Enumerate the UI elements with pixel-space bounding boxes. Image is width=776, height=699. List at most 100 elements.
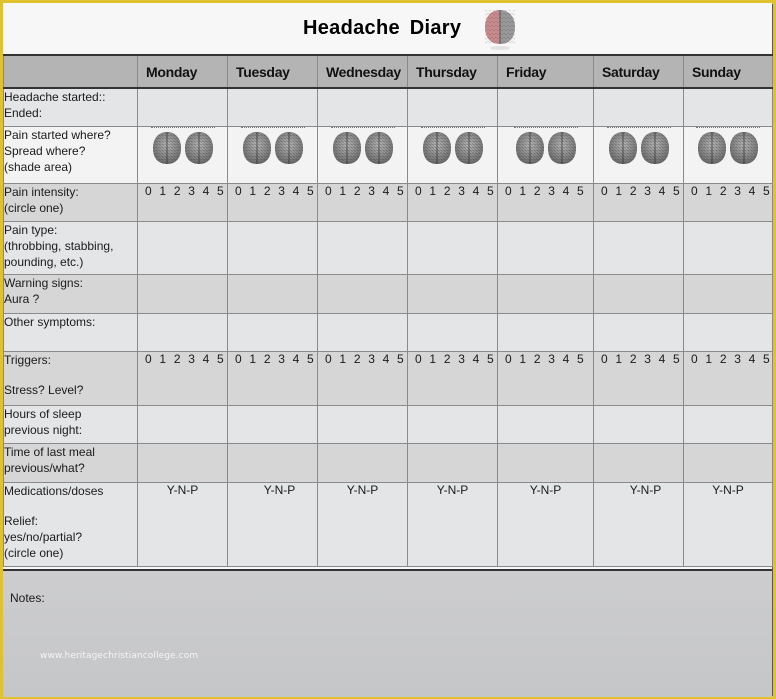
notes-area[interactable]: Notes: www.heritagechristiancollege.com — [3, 569, 772, 697]
brain-diagram-pair[interactable] — [330, 126, 395, 168]
relief-cell[interactable]: Y-N-P — [497, 481, 594, 567]
entry-cell[interactable] — [593, 220, 684, 275]
brain-diagram-pair[interactable] — [240, 126, 305, 168]
entry-cell[interactable] — [137, 442, 228, 483]
entry-cell[interactable] — [497, 220, 594, 275]
entry-cell[interactable] — [407, 220, 498, 275]
intensity-scale[interactable]: 0 1 2 3 4 5 — [498, 184, 593, 198]
brain-shade-cell[interactable] — [317, 125, 408, 184]
entry-cell[interactable] — [593, 404, 684, 444]
entry-cell[interactable] — [407, 312, 498, 352]
entry-cell[interactable] — [683, 442, 773, 483]
entry-cell[interactable] — [137, 312, 228, 352]
stress-cell[interactable]: 0 1 2 3 4 5 — [593, 350, 684, 406]
entry-cell[interactable] — [137, 404, 228, 444]
entry-cell[interactable] — [137, 87, 228, 127]
entry-cell[interactable] — [497, 87, 594, 127]
stress-cell[interactable]: 0 1 2 3 4 5 — [497, 350, 594, 406]
intensity-scale[interactable]: 0 1 2 3 4 5 — [408, 184, 497, 198]
entry-cell[interactable] — [227, 273, 318, 314]
intensity-cell[interactable]: 0 1 2 3 4 5 — [683, 182, 773, 222]
entry-cell[interactable] — [497, 312, 594, 352]
stress-cell[interactable]: 0 1 2 3 4 5 — [317, 350, 408, 406]
entry-cell[interactable] — [137, 273, 228, 314]
intensity-scale[interactable]: 0 1 2 3 4 5 — [594, 184, 683, 198]
brain-diagram-pair[interactable] — [420, 126, 485, 168]
entry-cell[interactable] — [683, 273, 773, 314]
entry-cell[interactable] — [683, 312, 773, 352]
relief-options[interactable]: Y-N-P — [264, 483, 296, 497]
entry-cell[interactable] — [317, 312, 408, 352]
day-header: Tuesday — [227, 54, 318, 89]
entry-cell[interactable] — [497, 404, 594, 444]
entry-cell[interactable] — [407, 404, 498, 444]
relief-cell[interactable]: Y-N-P — [227, 481, 318, 567]
entry-cell[interactable] — [227, 442, 318, 483]
intensity-cell[interactable]: 0 1 2 3 4 5 — [227, 182, 318, 222]
relief-cell[interactable]: Y-N-P — [593, 481, 684, 567]
brain-shade-cell[interactable] — [137, 125, 228, 184]
stress-cell[interactable]: 0 1 2 3 4 5 — [227, 350, 318, 406]
brain-shade-cell[interactable] — [593, 125, 684, 184]
entry-cell[interactable] — [317, 87, 408, 127]
brain-diagram-pair[interactable] — [606, 126, 671, 168]
entry-cell[interactable] — [407, 442, 498, 483]
stress-scale[interactable]: 0 1 2 3 4 5 — [228, 352, 317, 366]
relief-options[interactable]: Y-N-P — [437, 483, 469, 497]
stress-scale[interactable]: 0 1 2 3 4 5 — [408, 352, 497, 366]
entry-cell[interactable] — [497, 442, 594, 483]
intensity-cell[interactable]: 0 1 2 3 4 5 — [137, 182, 228, 222]
relief-cell[interactable]: Y-N-P — [137, 481, 228, 567]
brain-diagram-pair[interactable] — [513, 126, 578, 168]
relief-options[interactable]: Y-N-P — [167, 483, 199, 497]
stress-scale[interactable]: 0 1 2 3 4 5 — [318, 352, 407, 366]
entry-cell[interactable] — [317, 404, 408, 444]
entry-cell[interactable] — [227, 312, 318, 352]
entry-cell[interactable] — [137, 220, 228, 275]
entry-cell[interactable] — [317, 220, 408, 275]
entry-cell[interactable] — [593, 87, 684, 127]
brain-shade-cell[interactable] — [227, 125, 318, 184]
intensity-scale[interactable]: 0 1 2 3 4 5 — [228, 184, 317, 198]
entry-cell[interactable] — [593, 312, 684, 352]
relief-cell[interactable]: Y-N-P — [407, 481, 498, 567]
entry-cell[interactable] — [683, 404, 773, 444]
stress-scale[interactable]: 0 1 2 3 4 5 — [498, 352, 593, 366]
stress-scale[interactable]: 0 1 2 3 4 5 — [684, 352, 772, 366]
brain-diagram-pair[interactable] — [696, 126, 760, 168]
entry-cell[interactable] — [683, 87, 773, 127]
entry-cell[interactable] — [593, 442, 684, 483]
relief-options[interactable]: Y-N-P — [347, 483, 379, 497]
relief-options[interactable]: Y-N-P — [712, 483, 744, 497]
entry-cell[interactable] — [227, 404, 318, 444]
relief-options[interactable]: Y-N-P — [630, 483, 662, 497]
entry-cell[interactable] — [317, 442, 408, 483]
stress-cell[interactable]: 0 1 2 3 4 5 — [137, 350, 228, 406]
intensity-scale[interactable]: 0 1 2 3 4 5 — [138, 184, 227, 198]
stress-cell[interactable]: 0 1 2 3 4 5 — [683, 350, 773, 406]
entry-cell[interactable] — [683, 220, 773, 275]
intensity-cell[interactable]: 0 1 2 3 4 5 — [317, 182, 408, 222]
entry-cell[interactable] — [227, 220, 318, 275]
intensity-cell[interactable]: 0 1 2 3 4 5 — [497, 182, 594, 222]
stress-scale[interactable]: 0 1 2 3 4 5 — [594, 352, 683, 366]
relief-options[interactable]: Y-N-P — [530, 483, 562, 497]
intensity-cell[interactable]: 0 1 2 3 4 5 — [593, 182, 684, 222]
intensity-scale[interactable]: 0 1 2 3 4 5 — [684, 184, 772, 198]
relief-cell[interactable]: Y-N-P — [683, 481, 773, 567]
stress-scale[interactable]: 0 1 2 3 4 5 — [138, 352, 227, 366]
brain-shade-cell[interactable] — [497, 125, 594, 184]
entry-cell[interactable] — [407, 273, 498, 314]
intensity-cell[interactable]: 0 1 2 3 4 5 — [407, 182, 498, 222]
intensity-scale[interactable]: 0 1 2 3 4 5 — [318, 184, 407, 198]
entry-cell[interactable] — [593, 273, 684, 314]
brain-diagram-pair[interactable] — [150, 126, 215, 168]
relief-cell[interactable]: Y-N-P — [317, 481, 408, 567]
entry-cell[interactable] — [497, 273, 594, 314]
stress-cell[interactable]: 0 1 2 3 4 5 — [407, 350, 498, 406]
entry-cell[interactable] — [317, 273, 408, 314]
brain-shade-cell[interactable] — [683, 125, 773, 184]
brain-shade-cell[interactable] — [407, 125, 498, 184]
entry-cell[interactable] — [227, 87, 318, 127]
entry-cell[interactable] — [407, 87, 498, 127]
